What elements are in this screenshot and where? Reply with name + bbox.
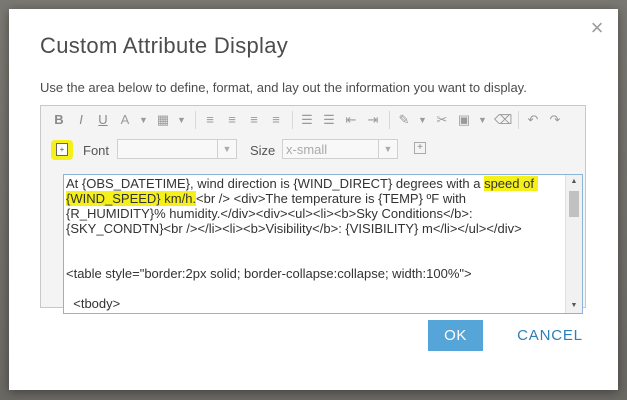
redo-icon[interactable]: ↷ [547,112,563,128]
editor-tbody-line: <tbody> [73,296,121,311]
chevron-down-icon[interactable]: ▼ [418,112,427,128]
undo-icon[interactable]: ↶ [525,112,541,128]
size-select[interactable]: x-small ▼ [282,139,398,159]
cancel-button[interactable]: CANCEL [500,320,600,351]
bold-button[interactable]: B [51,112,67,128]
ok-button[interactable]: OK [428,320,483,351]
insert-field-button[interactable]: + [51,140,73,160]
custom-attribute-display-dialog: Custom Attribute Display × Use the area … [9,9,618,390]
chevron-down-icon: ▼ [217,140,236,158]
rich-text-editor: B I U A ▼ ▦ ▼ ≡ ≡ ≡ ≡ ☰ ☰ ⇤ ⇥ ✎ ▼ ✂ ▣ ▼ … [40,105,586,314]
eraser-icon[interactable]: ⌫ [494,112,512,128]
align-justify-icon[interactable]: ≡ [268,112,284,128]
unlink-icon[interactable]: ✂ [434,112,450,128]
align-center-icon[interactable]: ≡ [224,112,240,128]
dialog-title: Custom Attribute Display [40,33,289,58]
formatting-toolbar: B I U A ▼ ▦ ▼ ≡ ≡ ≡ ≡ ☰ ☰ ⇤ ⇥ ✎ ▼ ✂ ▣ ▼ … [41,106,585,134]
dialog-description: Use the area below to define, format, an… [40,80,527,95]
chevron-down-icon: ▼ [378,140,397,158]
scroll-thumb[interactable] [569,191,579,217]
link-icon[interactable]: ✎ [396,112,412,128]
toolbar-divider [195,111,196,129]
outdent-icon[interactable]: ⇤ [343,112,359,128]
bullet-list-icon[interactable]: ☰ [321,112,337,128]
underline-button[interactable]: U [95,112,111,128]
insert-field-icon: + [56,143,68,156]
close-icon[interactable]: × [588,17,606,39]
scroll-down-icon[interactable]: ▼ [566,299,582,313]
size-select-value: x-small [286,142,328,157]
chevron-down-icon[interactable]: ▼ [139,112,148,128]
toolbar-divider [292,111,293,129]
font-toolbar: + Font ▼ Size x-small ▼ + [41,137,585,161]
chevron-down-icon[interactable]: ▼ [478,112,487,128]
image-icon[interactable]: ▣ [456,112,472,128]
scroll-up-icon[interactable]: ▲ [566,175,582,189]
chevron-down-icon[interactable]: ▼ [177,112,186,128]
highlight-color-icon[interactable]: ▦ [155,112,171,128]
toolbar-divider [389,111,390,129]
editor-content[interactable]: At {OBS_DATETIME}, wind direction is {WI… [66,176,560,311]
expand-icon[interactable]: + [414,142,426,154]
editor-scrollbar[interactable]: ▲ ▼ [565,175,582,313]
align-left-icon[interactable]: ≡ [202,112,218,128]
html-text-area[interactable]: At {OBS_DATETIME}, wind direction is {WI… [63,174,583,314]
font-color-icon[interactable]: A [117,112,133,128]
italic-button[interactable]: I [73,112,89,128]
editor-text-part: At {OBS_DATETIME}, wind direction is {WI… [66,176,485,191]
font-label: Font [83,143,110,158]
font-select[interactable]: ▼ [117,139,237,159]
numbered-list-icon[interactable]: ☰ [299,112,315,128]
editor-table-line: <table style="border:2px solid; border-c… [66,266,472,281]
size-label: Size [250,143,276,158]
indent-icon[interactable]: ⇥ [365,112,381,128]
align-right-icon[interactable]: ≡ [246,112,262,128]
toolbar-divider [518,111,519,129]
